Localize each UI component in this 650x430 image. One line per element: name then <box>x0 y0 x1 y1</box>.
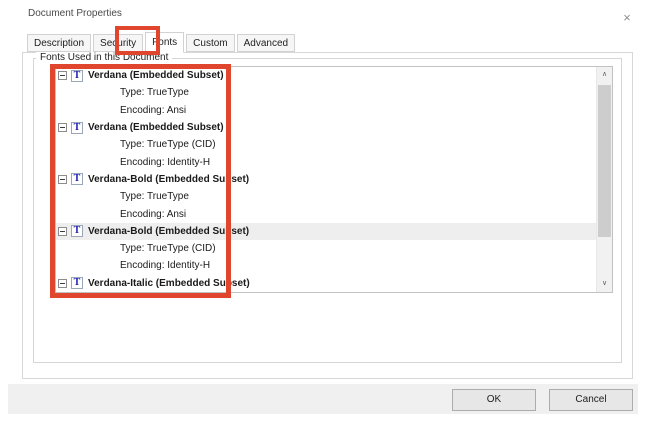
font-encoding-row[interactable]: Encoding: Ansi <box>56 205 596 222</box>
vertical-scrollbar[interactable]: ∧ ∨ <box>596 67 612 292</box>
groupbox-label: Fonts Used in this Document <box>36 52 172 63</box>
tab-fonts[interactable]: Fonts <box>145 32 184 53</box>
dialog-title: Document Properties <box>28 8 122 19</box>
font-tree: T Verdana (Embedded Subset) Type: TrueTy… <box>56 67 596 292</box>
font-name: Verdana (Embedded Subset) <box>88 70 224 81</box>
font-encoding-label: Encoding: Identity-H <box>120 157 210 168</box>
truetype-font-icon: T <box>71 122 83 134</box>
font-type-label: Type: TrueType (CID) <box>120 243 216 254</box>
font-encoding-row[interactable]: Encoding: Ansi <box>56 102 596 119</box>
tab-strip: Description Security Fonts Custom Advanc… <box>27 32 297 52</box>
collapse-minus-icon[interactable] <box>58 279 67 288</box>
tab-description[interactable]: Description <box>27 34 91 52</box>
font-type-label: Type: TrueType <box>120 87 189 98</box>
font-name: Verdana-Bold (Embedded Subset) <box>88 226 249 237</box>
collapse-minus-icon[interactable] <box>58 175 67 184</box>
font-tree-item[interactable]: T Verdana-Bold (Embedded Subset) <box>56 171 596 188</box>
font-type-row[interactable]: Type: TrueType <box>56 188 596 205</box>
font-name: Verdana-Bold (Embedded Subset) <box>88 174 249 185</box>
cancel-button[interactable]: Cancel <box>549 389 633 411</box>
collapse-minus-icon[interactable] <box>58 227 67 236</box>
font-tree-item[interactable]: T Verdana-Bold (Embedded Subset) <box>56 223 596 240</box>
font-name: Verdana-Italic (Embedded Subset) <box>88 278 250 289</box>
scrollbar-thumb[interactable] <box>598 85 611 237</box>
collapse-minus-icon[interactable] <box>58 123 67 132</box>
font-tree-item[interactable]: T Verdana-Italic (Embedded Subset) <box>56 275 596 292</box>
font-type-row[interactable]: Type: TrueType <box>56 84 596 101</box>
truetype-font-icon: T <box>71 277 83 289</box>
tab-security[interactable]: Security <box>93 34 143 52</box>
font-type-label: Type: TrueType <box>120 191 189 202</box>
close-icon[interactable]: × <box>616 9 638 27</box>
font-encoding-row[interactable]: Encoding: Identity-H <box>56 153 596 170</box>
font-type-row[interactable]: Type: TrueType (CID) <box>56 240 596 257</box>
font-tree-item[interactable]: T Verdana (Embedded Subset) <box>56 119 596 136</box>
scroll-up-icon[interactable]: ∧ <box>597 67 612 83</box>
ok-button[interactable]: OK <box>452 389 536 411</box>
font-encoding-label: Encoding: Ansi <box>120 209 186 220</box>
font-type-label: Type: TrueType (CID) <box>120 139 216 150</box>
font-tree-item[interactable]: T Verdana (Embedded Subset) <box>56 67 596 84</box>
scroll-down-icon[interactable]: ∨ <box>597 276 612 292</box>
tab-custom[interactable]: Custom <box>186 34 234 52</box>
font-encoding-row[interactable]: Encoding: Identity-H <box>56 257 596 274</box>
font-encoding-label: Encoding: Ansi <box>120 105 186 116</box>
truetype-font-icon: T <box>71 173 83 185</box>
truetype-font-icon: T <box>71 225 83 237</box>
collapse-minus-icon[interactable] <box>58 71 67 80</box>
dialog-footer <box>8 384 638 414</box>
fonts-used-list: T Verdana (Embedded Subset) Type: TrueTy… <box>55 66 613 293</box>
font-type-row[interactable]: Type: TrueType (CID) <box>56 136 596 153</box>
tab-advanced[interactable]: Advanced <box>237 34 295 52</box>
truetype-font-icon: T <box>71 70 83 82</box>
document-properties-dialog: Document Properties × Description Securi… <box>0 0 650 430</box>
font-encoding-label: Encoding: Identity-H <box>120 260 210 271</box>
font-name: Verdana (Embedded Subset) <box>88 122 224 133</box>
